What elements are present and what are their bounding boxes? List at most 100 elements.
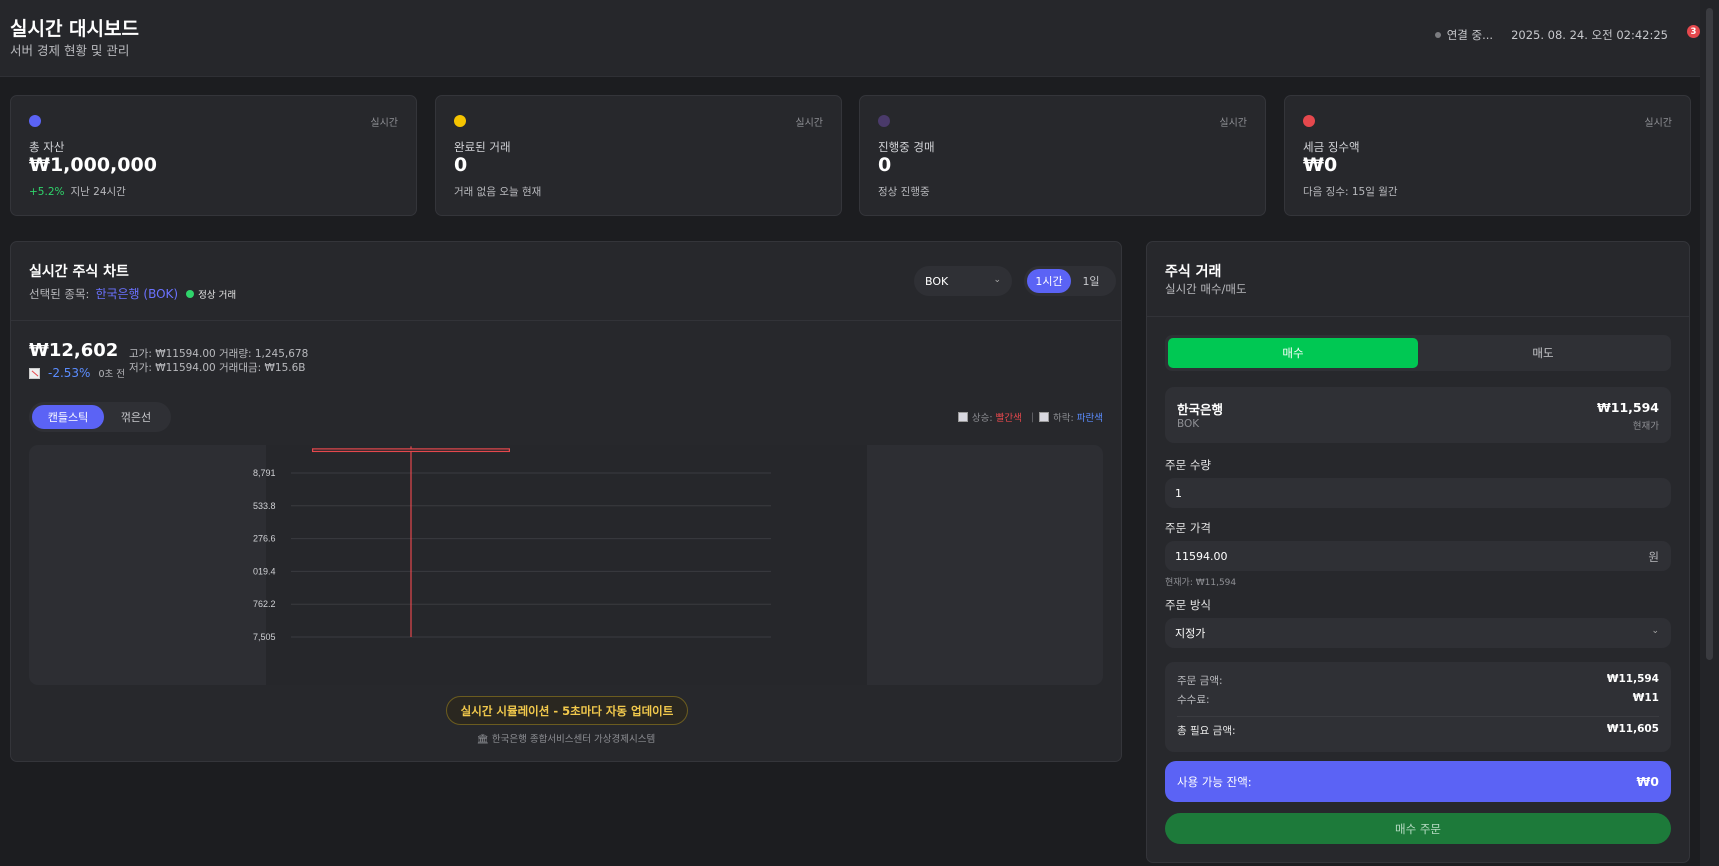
- stat-label: 진행중 경매: [878, 140, 935, 154]
- simulation-notice-button[interactable]: 실시간 시뮬레이션 - 5초마다 자동 업데이트: [446, 696, 688, 725]
- legend-down-color: 파란색: [1076, 413, 1103, 424]
- realtime-label: 실시간: [370, 118, 398, 129]
- price-hint: 현재가: ₩11,594: [1165, 578, 1237, 588]
- selected-stock-name: 한국은행 (BOK): [95, 287, 179, 301]
- available-balance: 사용 가능 잔액: ₩0: [1165, 761, 1671, 802]
- chart-up-icon: [957, 412, 968, 422]
- system-footer-note: 🏛 한국은행 종합서비스센터 가상경제시스템: [476, 734, 656, 745]
- selected-label: 선택된 종목:: [29, 286, 90, 301]
- stat-label: 완료된 거래: [454, 140, 511, 154]
- indicator-dot-icon: [29, 115, 41, 127]
- fee-row: 수수료: ₩11: [1177, 692, 1659, 707]
- line-tab[interactable]: 꺾은선: [104, 405, 168, 429]
- y-tick-label: 276.6: [253, 534, 276, 544]
- page-title: 실시간 대시보드: [10, 18, 139, 40]
- indicator-dot-icon: [1303, 115, 1315, 127]
- stat-value: 0: [878, 154, 892, 176]
- period-1d-button[interactable]: 1일: [1071, 269, 1111, 293]
- realtime-label: 실시간: [795, 118, 823, 129]
- period-toggle: 1시간 1일: [1024, 266, 1116, 296]
- chart-type-toggle: 캔들스틱 꺾은선: [29, 402, 171, 432]
- current-price-label: 현재가: [1632, 421, 1659, 432]
- stock-name: 한국은행: [1177, 402, 1224, 417]
- connection-text: 연결 중...: [1446, 28, 1494, 42]
- stock-chart-panel: 실시간 주식 차트 선택된 종목: 한국은행 (BOK) 정상 거래 BOK ⌄…: [10, 241, 1122, 762]
- stat-label: 총 자산: [29, 140, 65, 154]
- chart-panel-title: 실시간 주식 차트: [29, 264, 129, 280]
- price-input[interactable]: 11594.00 원: [1165, 541, 1671, 571]
- buy-tab[interactable]: 매수: [1168, 338, 1418, 368]
- turnover: 거래대금: ₩15.6B: [219, 362, 306, 374]
- realtime-label: 실시간: [1219, 118, 1247, 129]
- stat-sub: 정상 진행중: [878, 186, 930, 198]
- notification-bell-icon[interactable]: 3: [1682, 25, 1700, 43]
- y-tick-label: 533.8: [253, 501, 276, 511]
- order-amount-row: 주문 금액: ₩11,594: [1177, 673, 1659, 688]
- stat-label: 세금 징수액: [1303, 140, 1360, 154]
- stat-card-completed-trades: 실시간 완료된 거래 0 거래 없음 오늘 현재: [435, 95, 842, 216]
- legend-separator: |: [1030, 411, 1035, 423]
- candle-body: [312, 448, 511, 453]
- period-1h-button[interactable]: 1시간: [1027, 269, 1071, 293]
- quantity-value: 1: [1175, 486, 1182, 500]
- stat-value: 0: [454, 154, 468, 176]
- y-tick-label: 8,791: [253, 468, 276, 478]
- stock-current-price: ₩11,594: [1596, 400, 1659, 415]
- stat-card-total-assets: 실시간 총 자산 ₩1,000,000 +5.2% 지난 24시간: [10, 95, 417, 216]
- price-change-row: -2.53% 0초 전: [29, 366, 125, 380]
- volume-stats: 거래량: 1,245,678 거래대금: ₩15.6B: [219, 347, 308, 375]
- notification-badge: 3: [1687, 25, 1700, 38]
- fee-value: ₩11: [1632, 692, 1659, 704]
- current-price: ₩12,602: [29, 340, 119, 361]
- total-value: ₩11,605: [1606, 723, 1659, 735]
- fee-label: 수수료:: [1177, 694, 1210, 706]
- candlestick-tab[interactable]: 캔들스틱: [32, 405, 104, 429]
- buy-sell-toggle: 매수 매도: [1165, 335, 1671, 371]
- selected-stock-row: 선택된 종목: 한국은행 (BOK) 정상 거래: [29, 285, 236, 302]
- price-update-time: 0초 전: [98, 369, 125, 380]
- trade-panel: 주식 거래 실시간 매수/매도 매수 매도 한국은행 BOK ₩11,594 현…: [1146, 241, 1690, 863]
- legend-up-prefix: 상승:: [971, 413, 993, 424]
- current-datetime: 2025. 08. 24. 오전 02:42:25: [1511, 28, 1668, 42]
- volume: 거래량: 1,245,678: [219, 348, 309, 360]
- page-scrollbar[interactable]: [1700, 0, 1719, 866]
- stock-select-value: BOK: [925, 274, 949, 288]
- sell-tab[interactable]: 매도: [1418, 338, 1668, 368]
- order-method-value: 지정가: [1175, 627, 1206, 640]
- balance-value: ₩0: [1636, 774, 1660, 789]
- stock-info-card: 한국은행 BOK ₩11,594 현재가: [1165, 387, 1671, 443]
- connection-dot-icon: [1434, 32, 1441, 38]
- stat-card-auctions: 실시간 진행중 경매 0 정상 진행중: [859, 95, 1266, 216]
- order-amount-value: ₩11,594: [1606, 673, 1659, 685]
- indicator-dot-icon: [878, 115, 890, 127]
- realtime-label: 실시간: [1644, 118, 1672, 129]
- panel-divider: [1147, 316, 1689, 317]
- order-summary: 주문 금액: ₩11,594 수수료: ₩11 총 필요 금액: ₩11,605: [1165, 662, 1671, 752]
- total-row: 총 필요 금액: ₩11,605: [1177, 723, 1659, 738]
- order-method-select[interactable]: 지정가 ⌄: [1165, 618, 1671, 648]
- trade-panel-subtitle: 실시간 매수/매도: [1165, 282, 1247, 296]
- candlestick-chart: 8,791 533.8 276.6 019.4 762.2 7,505: [253, 446, 771, 642]
- connection-status: 연결 중...: [1434, 27, 1494, 43]
- chart-legend: 상승: 빨간색 | 하락: 파란색: [957, 410, 1103, 424]
- chevron-down-icon: ⌄: [1651, 626, 1659, 636]
- balance-label: 사용 가능 잔액:: [1177, 774, 1252, 789]
- price-value: 11594.00: [1175, 549, 1228, 563]
- order-method-label: 주문 방식: [1165, 598, 1211, 612]
- total-label: 총 필요 금액:: [1177, 725, 1236, 737]
- stat-card-tax: 실시간 세금 징수액 ₩0 다음 징수: 15일 월간: [1284, 95, 1691, 216]
- stat-change: +5.2%: [29, 186, 65, 198]
- page-subtitle: 서버 경제 현황 및 관리: [10, 43, 130, 58]
- panel-divider: [11, 320, 1121, 321]
- legend-down-prefix: 하락:: [1053, 413, 1074, 424]
- stat-sub: 거래 없음 오늘 현재: [454, 186, 542, 198]
- quantity-input[interactable]: 1: [1165, 478, 1671, 508]
- scrollbar-thumb[interactable]: [1706, 8, 1713, 660]
- stat-value: ₩0: [1303, 154, 1338, 176]
- buy-order-button[interactable]: 매수 주문: [1165, 813, 1671, 844]
- top-header: 실시간 대시보드 서버 경제 현황 및 관리 연결 중... 2025. 08.…: [0, 0, 1700, 77]
- stat-sub: 다음 징수: 15일 월간: [1303, 186, 1398, 198]
- trading-status-badge: 정상 거래: [186, 287, 236, 301]
- stock-select[interactable]: BOK ⌄: [914, 266, 1012, 296]
- indicator-dot-icon: [454, 115, 466, 127]
